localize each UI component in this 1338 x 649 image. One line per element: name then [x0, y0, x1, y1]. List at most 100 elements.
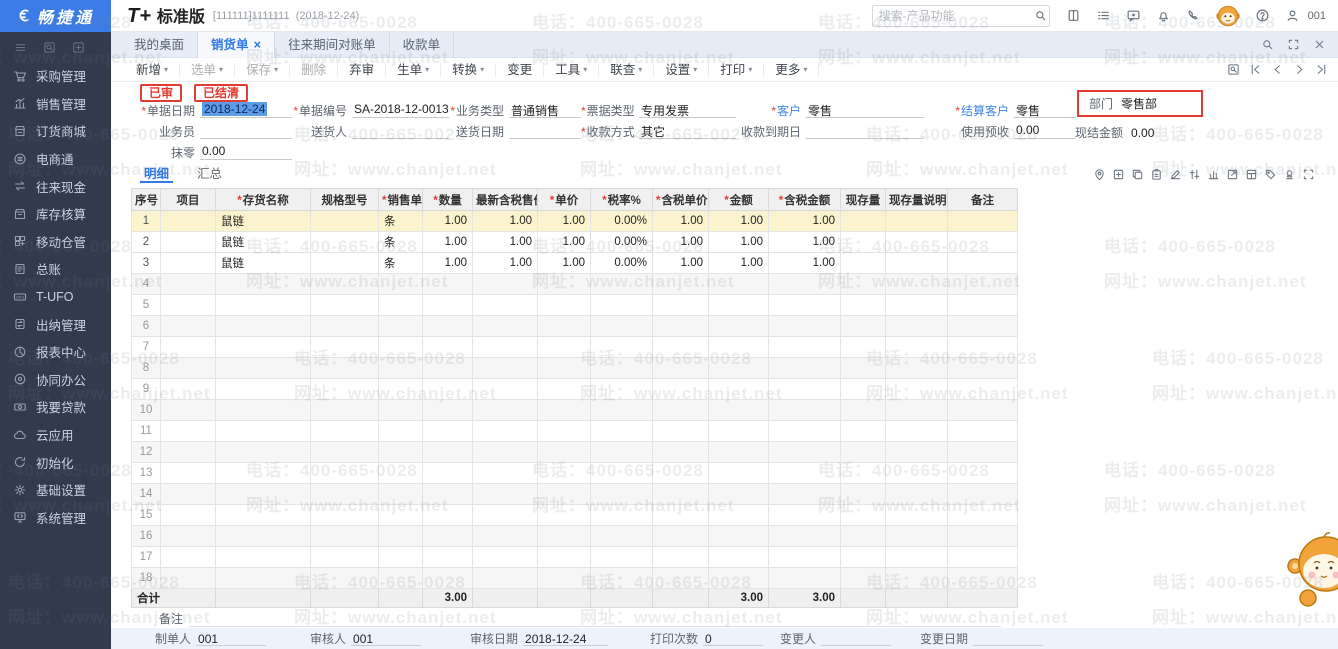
cell-stock[interactable] [841, 379, 886, 400]
fullscreen-icon[interactable] [1287, 38, 1300, 51]
cell-amount[interactable] [709, 484, 769, 505]
sidebar-item-8[interactable]: UFOT-UFO [0, 283, 111, 311]
cell-price[interactable] [538, 379, 591, 400]
cell-latest_price[interactable] [473, 442, 538, 463]
cell-tax_rate[interactable] [591, 547, 653, 568]
cell-price[interactable]: 1.00 [538, 232, 591, 253]
toolbar-item-10[interactable]: 设置▾ [654, 63, 709, 77]
cell-project[interactable] [161, 463, 216, 484]
cell-amount[interactable] [709, 337, 769, 358]
cell-inventory[interactable] [216, 526, 311, 547]
field-value[interactable]: 专用发票 [639, 102, 736, 118]
cell-spec[interactable] [311, 505, 379, 526]
cell-project[interactable] [161, 421, 216, 442]
toolbar-item-11[interactable]: 打印▾ [709, 63, 764, 77]
cell-price[interactable]: 1.00 [538, 211, 591, 232]
cell-latest_price[interactable] [473, 358, 538, 379]
cell-stock[interactable] [841, 547, 886, 568]
cell-inventory[interactable] [216, 484, 311, 505]
cell-stock_note[interactable] [886, 253, 948, 274]
cell-latest_price[interactable] [473, 295, 538, 316]
cell-no[interactable]: 11 [132, 421, 161, 442]
sign-icon[interactable] [1169, 168, 1182, 181]
sidebar-item-13[interactable]: 云应用 [0, 421, 111, 449]
cell-remark[interactable] [948, 253, 1018, 274]
cell-tax_price[interactable] [653, 505, 709, 526]
cell-price[interactable] [538, 463, 591, 484]
cell-unit[interactable] [379, 421, 423, 442]
phone-icon[interactable] [1186, 8, 1201, 23]
cell-tax_rate[interactable] [591, 463, 653, 484]
field-value[interactable]: 2018-12-24 [200, 102, 292, 118]
cell-project[interactable] [161, 505, 216, 526]
department-value[interactable]: 零售部 [1121, 95, 1157, 112]
cell-no[interactable]: 1 [132, 211, 161, 232]
cell-qty[interactable] [423, 358, 473, 379]
sidebar-item-10[interactable]: 报表中心 [0, 338, 111, 366]
cell-inventory[interactable] [216, 379, 311, 400]
cell-unit[interactable] [379, 316, 423, 337]
cell-qty[interactable]: 1.00 [423, 211, 473, 232]
cell-project[interactable] [161, 400, 216, 421]
cell-inventory[interactable] [216, 568, 311, 589]
field-value[interactable] [200, 123, 292, 139]
cell-stock_note[interactable] [886, 442, 948, 463]
cell-stock[interactable] [841, 316, 886, 337]
cell-stock_note[interactable] [886, 316, 948, 337]
search-panel-icon[interactable] [43, 41, 56, 54]
cell-unit[interactable] [379, 484, 423, 505]
global-search-input[interactable] [879, 9, 1034, 23]
sidebar-item-9[interactable]: 出纳管理 [0, 310, 111, 338]
sidebar-item-11[interactable]: 协同办公 [0, 366, 111, 394]
cell-qty[interactable] [423, 547, 473, 568]
close-icon[interactable] [1313, 38, 1326, 51]
cell-amount[interactable] [709, 568, 769, 589]
cell-spec[interactable] [311, 442, 379, 463]
cell-remark[interactable] [948, 337, 1018, 358]
cell-tax_amount[interactable] [769, 316, 841, 337]
cell-stock[interactable] [841, 337, 886, 358]
cell-tax_amount[interactable] [769, 526, 841, 547]
sidebar-item-16[interactable]: 系统管理 [0, 504, 111, 532]
cell-inventory[interactable]: 鼠链 [216, 232, 311, 253]
toolbar-item-4[interactable]: 弃审 [338, 63, 386, 77]
cell-no[interactable]: 10 [132, 400, 161, 421]
paste-row-icon[interactable] [1150, 168, 1163, 181]
cell-inventory[interactable] [216, 358, 311, 379]
cell-project[interactable] [161, 211, 216, 232]
cell-stock[interactable] [841, 211, 886, 232]
cell-amount[interactable]: 1.00 [709, 253, 769, 274]
cell-inventory[interactable]: 鼠链 [216, 253, 311, 274]
cell-tax_rate[interactable] [591, 421, 653, 442]
cell-tax_rate[interactable] [591, 400, 653, 421]
cell-stock[interactable] [841, 505, 886, 526]
cell-latest_price[interactable] [473, 463, 538, 484]
cell-tax_amount[interactable] [769, 568, 841, 589]
cell-price[interactable]: 1.00 [538, 253, 591, 274]
cell-remark[interactable] [948, 358, 1018, 379]
last-record-icon[interactable] [1315, 63, 1328, 76]
cell-project[interactable] [161, 316, 216, 337]
cell-spec[interactable] [311, 232, 379, 253]
cell-inventory[interactable] [216, 274, 311, 295]
cell-tax_rate[interactable] [591, 568, 653, 589]
cell-tax_price[interactable] [653, 337, 709, 358]
cell-qty[interactable]: 1.00 [423, 232, 473, 253]
cell-price[interactable] [538, 316, 591, 337]
cell-spec[interactable] [311, 463, 379, 484]
help-icon[interactable] [1255, 8, 1270, 23]
toolbar-item-8[interactable]: 工具▾ [544, 63, 599, 77]
cell-spec[interactable] [311, 274, 379, 295]
cell-amount[interactable] [709, 295, 769, 316]
cell-tax_price[interactable] [653, 547, 709, 568]
notification-bell-icon[interactable] [1156, 8, 1171, 23]
field-value[interactable]: 0.00 [1014, 123, 1076, 139]
field-value[interactable] [806, 123, 924, 139]
cell-tax_rate[interactable]: 0.00% [591, 232, 653, 253]
field-value[interactable]: 零售 [1014, 102, 1076, 118]
cell-tax_price[interactable] [653, 526, 709, 547]
cell-remark[interactable] [948, 274, 1018, 295]
cell-latest_price[interactable] [473, 484, 538, 505]
cell-project[interactable] [161, 526, 216, 547]
cell-price[interactable] [538, 295, 591, 316]
